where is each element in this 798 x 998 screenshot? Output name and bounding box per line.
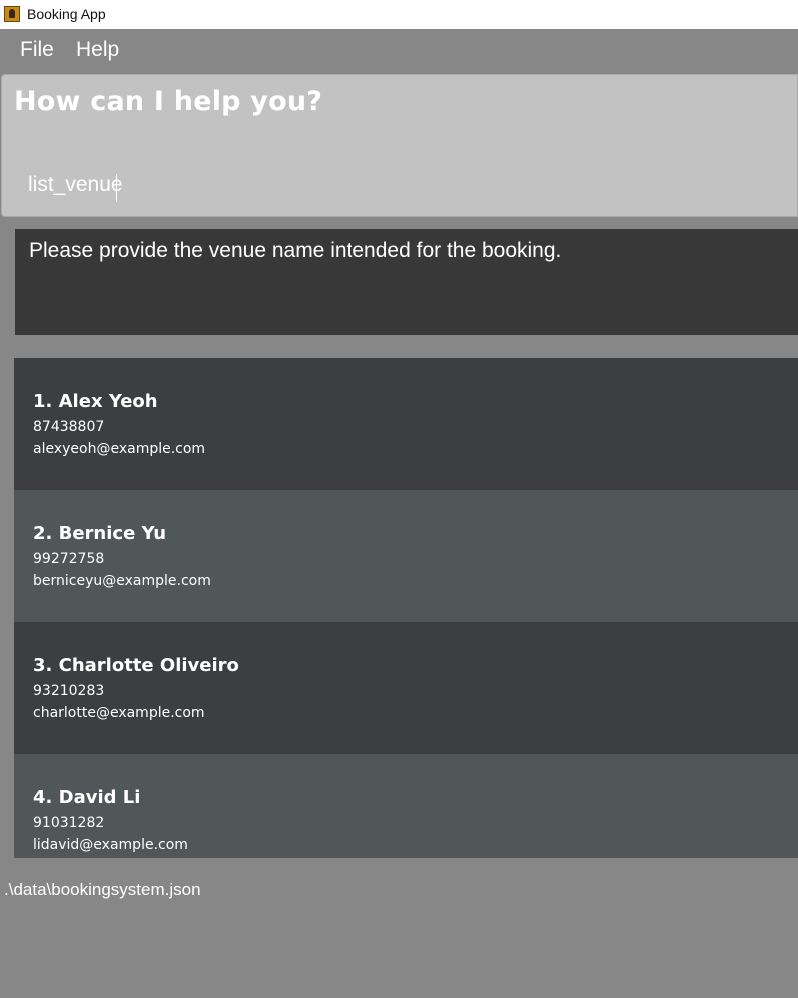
status-bar-file-path: .\data\bookingsystem.json [4, 880, 201, 899]
person-name: 3. Charlotte Oliveiro [33, 655, 239, 676]
person-email: lidavid@example.com [33, 837, 188, 853]
person-card[interactable]: 3. Charlotte Oliveiro 93210283 charlotte… [14, 622, 798, 754]
person-card[interactable]: 1. Alex Yeoh 87438807 alexyeoh@example.c… [14, 358, 798, 490]
window-title: Booking App [27, 6, 106, 22]
person-phone: 93210283 [33, 683, 105, 699]
person-phone: 99272758 [33, 551, 105, 567]
app-icon [4, 6, 20, 22]
menu-help[interactable]: Help [76, 38, 119, 62]
person-email: alexyeoh@example.com [33, 441, 206, 457]
person-name: 1. Alex Yeoh [33, 391, 158, 412]
person-name: 2. Bernice Yu [33, 523, 167, 544]
person-email: berniceyu@example.com [33, 573, 211, 589]
person-list[interactable]: 1. Alex Yeoh 87438807 alexyeoh@example.c… [14, 358, 798, 858]
person-email: charlotte@example.com [33, 705, 205, 721]
menu-bar [0, 29, 798, 73]
person-card[interactable]: 4. David Li 91031282 lidavid@example.com [14, 754, 798, 858]
text-caret [116, 174, 117, 202]
menu-file[interactable]: File [20, 38, 54, 62]
person-card[interactable]: 2. Bernice Yu 99272758 berniceyu@example… [14, 490, 798, 622]
command-input[interactable] [14, 160, 798, 210]
person-name: 4. David Li [33, 787, 141, 808]
command-prompt-heading: How can I help you? [14, 86, 323, 117]
person-phone: 91031282 [33, 815, 105, 831]
person-phone: 87438807 [33, 419, 105, 435]
result-message: Please provide the venue name intended f… [29, 239, 562, 262]
window-titlebar: Booking App [0, 0, 798, 29]
